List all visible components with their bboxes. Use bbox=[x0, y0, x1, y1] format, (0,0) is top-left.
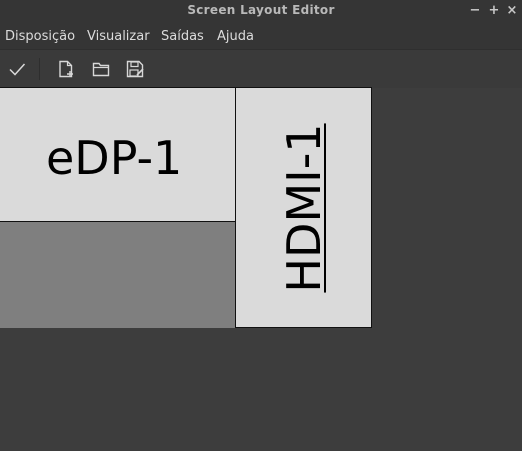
layout-canvas[interactable]: eDP-1 HDMI-1 bbox=[0, 87, 522, 451]
close-button[interactable]: × bbox=[505, 4, 519, 18]
monitor-label: HDMI-1 bbox=[277, 123, 331, 293]
app-window: Screen Layout Editor − + × Disposição Vi… bbox=[0, 0, 522, 451]
menu-ajuda[interactable]: Ajuda bbox=[217, 29, 254, 44]
monitor-label: eDP-1 bbox=[46, 131, 183, 185]
title-bar[interactable]: Screen Layout Editor − + × bbox=[0, 0, 522, 24]
maximize-button[interactable]: + bbox=[487, 4, 501, 18]
new-layout-button[interactable] bbox=[56, 59, 76, 79]
menu-bar: Disposição Visualizar Saídas Ajuda bbox=[0, 24, 522, 49]
menu-visualizar[interactable]: Visualizar bbox=[87, 29, 150, 44]
checkmark-icon bbox=[9, 63, 26, 76]
menu-saidas[interactable]: Saídas bbox=[161, 29, 204, 44]
toolbar bbox=[0, 49, 522, 88]
minimize-button[interactable]: − bbox=[468, 4, 482, 18]
new-file-icon bbox=[59, 60, 73, 78]
toolbar-separator bbox=[39, 58, 40, 80]
save-layout-button[interactable] bbox=[125, 59, 145, 79]
window-title: Screen Layout Editor bbox=[187, 3, 335, 17]
apply-button[interactable] bbox=[7, 59, 27, 79]
menu-disposicao[interactable]: Disposição bbox=[5, 29, 75, 44]
open-layout-button[interactable] bbox=[91, 59, 111, 79]
monitor-hdmi-1[interactable]: HDMI-1 bbox=[235, 87, 372, 328]
monitor-edp-1[interactable]: eDP-1 bbox=[0, 87, 236, 222]
folder-icon bbox=[92, 62, 110, 77]
save-icon bbox=[126, 60, 144, 78]
